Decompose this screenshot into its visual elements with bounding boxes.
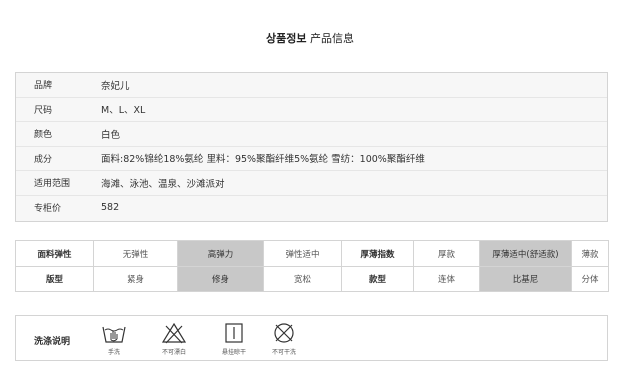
attribute-table: 面料弹性 无弹性 高弹力 弹性适中 厚薄指数 厚款 厚薄适中(舒适款) 薄款 版… [15,240,609,292]
info-value: 海滩、泳池、温泉、沙滩派对 [101,178,225,190]
attr-option: 无弹性 [93,240,178,267]
attr-option: 分体 [571,266,609,292]
attr-head-fit: 版型 [15,266,94,292]
info-key: 成分 [34,154,53,165]
info-key: 颜色 [34,130,53,141]
info-row-color: 颜色 白色 [16,122,607,147]
attribute-row-fit: 版型 紧身 修身 宽松 款型 连体 比基尼 分体 [15,266,609,292]
info-row-size: 尺码 M、L、XL [16,98,607,122]
no-bleach-icon [161,322,187,344]
title-chinese: 产品信息 [309,32,354,45]
attr-head-style: 款型 [341,266,414,292]
hang-dry-icon [225,323,243,343]
attr-option: 紧身 [93,266,178,292]
attr-option-selected: 厚薄适中(舒适款) [479,240,572,267]
wash-item-no-bleach: 不可漂白 [144,321,204,356]
attr-option-selected: 高弹力 [177,240,264,267]
attr-option-selected: 比基尼 [479,266,572,292]
info-row-usage: 适用范围 海滩、泳池、温泉、沙滩派对 [16,171,607,196]
page-title: 상품정보 产品信息 [0,30,620,46]
wash-instructions: 洗涤说明 手洗 不可漂白 悬挂晾干 不可干洗 [15,315,608,361]
attr-option: 弹性适中 [263,240,342,267]
wash-label: 洗涤说明 [34,337,71,347]
info-key: 专柜价 [34,204,62,215]
wash-caption: 手洗 [107,349,120,356]
wash-item-no-dry-clean: 不可干洗 [254,321,314,356]
hand-wash-icon [102,326,126,343]
info-value: 奈妃儿 [101,80,130,92]
no-dry-clean-icon [274,323,294,343]
info-value: 面料:82%锦纶18%氨纶 里料：95%聚酯纤维5%氨纶 雪纺：100%聚酯纤维 [101,154,425,166]
title-korean: 상품정보 [266,32,307,45]
attr-option-selected: 修身 [177,266,264,292]
attr-option: 薄款 [571,240,609,267]
wash-caption: 不可干洗 [271,349,296,356]
attr-option: 宽松 [263,266,342,292]
info-row-composition: 成分 面料:82%锦纶18%氨纶 里料：95%聚酯纤维5%氨纶 雪纺：100%聚… [16,147,607,171]
info-key: 尺码 [34,105,53,116]
info-row-brand: 品牌 奈妃儿 [16,73,607,98]
info-value: 白色 [101,129,121,141]
product-info-table: 品牌 奈妃儿 尺码 M、L、XL 颜色 白色 成分 面料:82%锦纶18%氨纶 … [15,72,608,222]
attribute-row-elasticity: 面料弹性 无弹性 高弹力 弹性适中 厚薄指数 厚款 厚薄适中(舒适款) 薄款 [15,240,609,267]
info-row-price: 专柜价 582 [16,196,607,221]
attr-head-elasticity: 面料弹性 [15,240,94,267]
info-key: 适用范围 [34,179,71,190]
wash-item-hand-wash: 手洗 [84,321,144,356]
info-value: 582 [101,202,120,214]
attr-option: 连体 [413,266,480,292]
info-value: M、L、XL [101,105,146,117]
info-key: 品牌 [34,81,53,92]
attr-head-thickness: 厚薄指数 [341,240,414,267]
attr-option: 厚款 [413,240,480,267]
wash-caption: 不可漂白 [161,349,186,356]
